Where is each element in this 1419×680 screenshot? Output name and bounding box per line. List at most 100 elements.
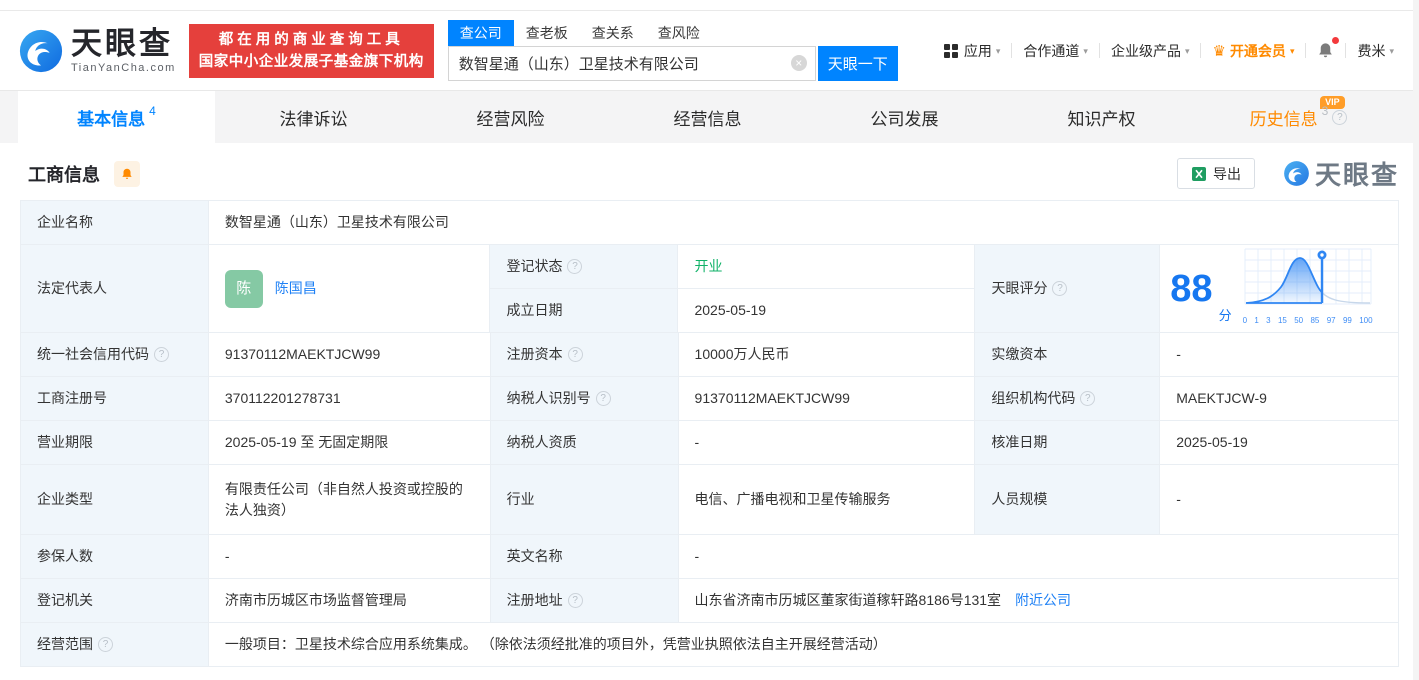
export-label: 导出 xyxy=(1212,165,1241,182)
nav-partner-label: 合作通道 xyxy=(1023,42,1080,59)
tab-intellectual-property[interactable]: 知识产权 xyxy=(1003,91,1200,143)
tab-legal-proceedings[interactable]: 法律诉讼 xyxy=(215,91,412,143)
table-row: 营业期限 2025-05-19 至 无固定期限 纳税人资质 - 核准日期 202… xyxy=(21,421,1400,465)
table-row: 经营范围 ? 一般项目：卫星技术综合应用系统集成。 （除依法须经批准的项目外，凭… xyxy=(21,623,1399,667)
score-axis: 0 1 3 15 50 85 97 99 100 xyxy=(1242,315,1373,325)
search-input[interactable] xyxy=(458,54,791,72)
tab-basic-info[interactable]: 基本信息 4 xyxy=(18,91,215,143)
tab-label: 知识产权 xyxy=(1067,109,1136,129)
tianyancha-logo[interactable]: 天眼查 TianYanCha.com xyxy=(18,28,176,74)
field-value-reg-capital: 10000万人民币 xyxy=(678,333,976,377)
field-label-reg-capital: 注册资本 ? xyxy=(490,333,679,377)
watermark-logo: 天眼查 xyxy=(1283,155,1399,192)
field-label-business-scope: 经营范围 ? xyxy=(21,623,209,667)
help-icon[interactable]: ? xyxy=(1332,109,1348,125)
tianyan-score-cell: 88 分 0 1 3 15 50 85 97 99 100 xyxy=(1160,245,1399,333)
tab-label: 历史信息 xyxy=(1249,109,1318,129)
search-tab-relation[interactable]: 查关系 xyxy=(580,20,646,46)
field-value-reg-status: 开业 xyxy=(678,245,976,289)
field-label-reg-number: 工商注册号 xyxy=(21,377,209,421)
help-icon[interactable]: ? xyxy=(567,259,583,274)
content-area: 工商信息 导出 天眼查 企业名称 数智星通（山东）卫星技术有限公司 法定代表人 … xyxy=(0,143,1419,680)
nav-vip[interactable]: ♛ 开通会员 ▾ xyxy=(1201,41,1305,61)
field-value-paid-capital: - xyxy=(1160,333,1400,377)
tab-count: 3 xyxy=(1321,104,1329,118)
nav-partner-channel[interactable]: 合作通道 ▾ xyxy=(1012,41,1099,61)
clear-icon[interactable]: × xyxy=(790,55,807,71)
chevron-down-icon: ▾ xyxy=(995,46,1001,56)
field-label-uscc: 统一社会信用代码 ? xyxy=(21,333,209,377)
search-button[interactable]: 天眼一下 xyxy=(817,45,898,81)
field-value-org-code: MAEKTJCW-9 xyxy=(1160,377,1400,421)
field-label-business-term: 营业期限 xyxy=(21,421,209,465)
tab-company-development[interactable]: 公司发展 xyxy=(806,91,1003,143)
field-label-english-name: 英文名称 xyxy=(490,535,679,579)
table-row: 法定代表人 陈 陈国昌 登记状态 ? 开业 成立日期 2025-05-19 天眼… xyxy=(21,245,1399,333)
field-value-uscc: 91370112MAEKTJCW99 xyxy=(208,333,491,377)
main-tabbar: 基本信息 4 法律诉讼 经营风险 经营信息 公司发展 知识产权 VIP 历史信息… xyxy=(0,90,1419,143)
help-icon[interactable]: ? xyxy=(567,593,583,608)
field-value-english-name: - xyxy=(678,535,1399,579)
tab-operating-risk[interactable]: 经营风险 xyxy=(412,91,609,143)
legal-rep-link[interactable]: 陈国昌 xyxy=(275,278,317,299)
table-row: 工商注册号 370112201278731 纳税人识别号 ? 91370112M… xyxy=(21,377,1400,421)
watermark-text: 天眼查 xyxy=(1314,160,1399,190)
tab-operating-info[interactable]: 经营信息 xyxy=(609,91,806,143)
brand-name: 天眼查 xyxy=(71,25,173,61)
field-value-establish-date: 2025-05-19 xyxy=(678,289,976,333)
nav-apps[interactable]: 应用 ▾ xyxy=(933,41,1012,61)
bell-icon xyxy=(1319,43,1333,58)
field-label-taxpayer-id: 纳税人识别号 ? xyxy=(490,377,679,421)
tab-count: 4 xyxy=(149,104,156,118)
username: 费米 xyxy=(1357,42,1386,59)
field-label-reg-address: 注册地址 ? xyxy=(490,579,679,623)
help-icon[interactable]: ? xyxy=(98,637,113,652)
crown-icon: ♛ xyxy=(1212,42,1226,60)
field-value-industry: 电信、广播电视和卫星传输服务 xyxy=(678,465,976,535)
field-value-reg-address: 山东省济南市历城区董家街道稼轩路8186号131室 附近公司 xyxy=(678,579,1399,623)
chevron-down-icon: ▾ xyxy=(1184,46,1190,56)
help-icon[interactable]: ? xyxy=(595,391,611,406)
search-tab-boss[interactable]: 查老板 xyxy=(514,20,580,46)
search-tab-risk[interactable]: 查风险 xyxy=(646,20,712,46)
nearby-companies-link[interactable]: 附近公司 xyxy=(1015,590,1071,611)
field-value-insured-count: - xyxy=(208,535,491,579)
brand-domain: TianYanCha.com xyxy=(71,61,176,74)
field-label-tianyan-score: 天眼评分 ? xyxy=(975,245,1161,333)
search-tabs: 查公司 查老板 查关系 查风险 xyxy=(447,20,900,46)
table-row: 参保人数 - 英文名称 - xyxy=(21,535,1399,579)
field-label-industry: 行业 xyxy=(490,465,679,535)
field-value-taxpayer-quals: - xyxy=(678,421,976,465)
nav-enterprise-products[interactable]: 企业级产品 ▾ xyxy=(1100,41,1201,61)
notification-bell[interactable] xyxy=(1306,37,1345,60)
search-area: 查公司 查老板 查关系 查风险 × 天眼一下 xyxy=(447,20,900,81)
field-label-reg-status: 登记状态 ? xyxy=(490,245,679,289)
monitor-bell-button[interactable] xyxy=(114,160,140,187)
table-row: 企业名称 数智星通（山东）卫星技术有限公司 xyxy=(21,201,1399,245)
score-curve-chart: 0 1 3 15 50 85 97 99 100 xyxy=(1242,247,1374,331)
help-icon[interactable]: ? xyxy=(567,347,583,362)
table-row: 登记机关 济南市历城区市场监督管理局 注册地址 ? 山东省济南市历城区董家街道稼… xyxy=(21,579,1399,623)
field-label-reg-authority: 登记机关 xyxy=(21,579,209,623)
help-icon[interactable]: ? xyxy=(154,347,169,362)
help-icon[interactable]: ? xyxy=(1080,391,1096,406)
table-row: 企业类型 有限责任公司（非自然人投资或控股的法人独资） 行业 电信、广播电视和卫… xyxy=(21,465,1400,535)
field-label-legal-rep: 法定代表人 xyxy=(21,245,209,333)
export-button[interactable]: 导出 xyxy=(1176,158,1255,189)
nav-user[interactable]: 费米 ▾ xyxy=(1346,41,1405,61)
help-icon[interactable]: ? xyxy=(1052,281,1068,296)
field-label-staff-size: 人员规模 xyxy=(975,465,1161,535)
tianyancha-logo-icon xyxy=(1284,161,1309,186)
field-value-legal-rep: 陈 陈国昌 xyxy=(208,245,491,333)
field-value-business-term: 2025-05-19 至 无固定期限 xyxy=(208,421,491,465)
avatar[interactable]: 陈 xyxy=(224,269,263,308)
tab-label: 法律诉讼 xyxy=(279,109,348,129)
field-label-taxpayer-quals: 纳税人资质 xyxy=(490,421,679,465)
tab-history-info[interactable]: VIP 历史信息 3 ? xyxy=(1200,91,1397,143)
page-scrollbar[interactable] xyxy=(1413,0,1419,680)
tianyan-score-unit: 分 xyxy=(1218,308,1232,323)
search-tab-company[interactable]: 查公司 xyxy=(447,20,514,46)
search-box: × xyxy=(447,45,816,81)
tianyancha-logo-icon xyxy=(19,29,63,72)
field-label-approval-date: 核准日期 xyxy=(975,421,1161,465)
